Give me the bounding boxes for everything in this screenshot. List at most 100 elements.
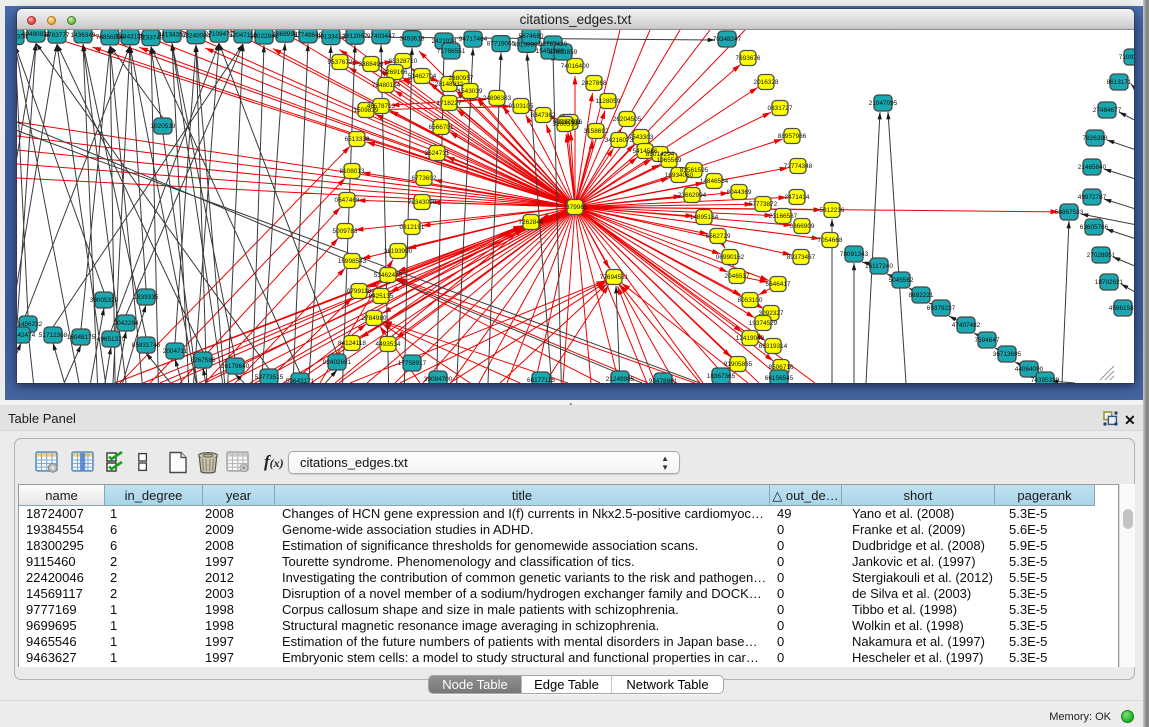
svg-text:6566701: 6566701 <box>429 124 454 131</box>
svg-text:66156545: 66156545 <box>765 375 794 382</box>
svg-text:21047095: 21047095 <box>869 100 898 107</box>
svg-text:63605766: 63605766 <box>1080 224 1109 231</box>
svg-text:23166587: 23166587 <box>769 213 798 220</box>
svg-text:8044369: 8044369 <box>727 189 752 196</box>
svg-text:45961586: 45961586 <box>1109 305 1134 312</box>
svg-text:2004711: 2004711 <box>163 348 188 355</box>
svg-text:0831727: 0831727 <box>768 105 793 112</box>
svg-text:0366909: 0366909 <box>790 223 815 230</box>
svg-text:02402681: 02402681 <box>323 359 352 366</box>
svg-text:72343098: 72343098 <box>408 199 437 206</box>
svg-text:71093248: 71093248 <box>1119 54 1134 61</box>
svg-text:8506716: 8506716 <box>769 364 794 371</box>
svg-text:5045562: 5045562 <box>889 277 914 284</box>
svg-text:39084700: 39084700 <box>424 376 453 383</box>
svg-text:85931746: 85931746 <box>132 342 161 349</box>
svg-text:5674680: 5674680 <box>519 33 544 40</box>
svg-text:94717464: 94717464 <box>459 36 488 43</box>
svg-text:97403447: 97403447 <box>367 33 396 40</box>
svg-text:5646417: 5646417 <box>766 281 791 288</box>
svg-text:19374529: 19374529 <box>749 320 778 327</box>
svg-text:1718227: 1718227 <box>437 100 462 107</box>
svg-text:14895134: 14895134 <box>690 214 719 221</box>
svg-text:36713695: 36713695 <box>993 351 1022 358</box>
svg-text:7693676: 7693676 <box>736 55 761 62</box>
svg-text:69379237: 69379237 <box>927 305 956 312</box>
svg-text:8053100: 8053100 <box>738 297 763 304</box>
svg-text:23662994: 23662994 <box>678 192 707 199</box>
svg-text:2880957: 2880957 <box>449 75 474 82</box>
svg-text:16998543: 16998543 <box>338 258 367 265</box>
svg-text:12419049: 12419049 <box>736 335 765 342</box>
svg-text:49972787: 49972787 <box>1078 194 1107 201</box>
svg-text:8425135: 8425135 <box>369 293 394 300</box>
svg-text:6773602: 6773602 <box>412 175 437 182</box>
svg-text:74395339: 74395339 <box>1031 377 1060 383</box>
svg-text:2624731: 2624731 <box>425 150 450 157</box>
svg-text:2421024: 2421024 <box>432 38 457 45</box>
svg-text:3493618: 3493618 <box>400 36 425 43</box>
svg-text:9537672: 9537672 <box>328 59 353 66</box>
svg-text:8347382: 8347382 <box>531 112 556 119</box>
svg-text:7379965: 7379965 <box>563 204 588 211</box>
svg-text:84124118: 84124118 <box>338 340 366 347</box>
svg-text:21456232: 21456232 <box>17 321 43 328</box>
svg-text:2016328: 2016328 <box>754 79 779 86</box>
svg-text:98478961: 98478961 <box>649 378 678 383</box>
svg-text:8267586: 8267586 <box>191 357 216 364</box>
svg-text:2046537: 2046537 <box>725 273 750 280</box>
svg-text:18367365: 18367365 <box>707 373 736 380</box>
svg-text:0647468: 0647468 <box>335 197 360 204</box>
svg-text:78480184: 78480184 <box>372 82 401 89</box>
svg-text:02787429: 02787429 <box>539 41 568 48</box>
svg-text:58867533: 58867533 <box>1055 209 1084 216</box>
svg-text:3092327: 3092327 <box>759 310 784 317</box>
svg-text:06990162: 06990162 <box>716 254 745 261</box>
svg-text:66319314: 66319314 <box>759 343 788 350</box>
svg-text:0103105: 0103105 <box>509 103 534 110</box>
svg-text:44064090: 44064090 <box>1015 366 1044 373</box>
svg-text:65328710: 65328710 <box>389 58 418 65</box>
svg-text:57773872: 57773872 <box>749 201 778 208</box>
svg-text:1509839: 1509839 <box>354 107 379 114</box>
svg-text:24896383: 24896383 <box>483 95 512 102</box>
svg-text:3200379: 3200379 <box>553 121 578 128</box>
svg-text:2269166: 2269166 <box>383 69 408 76</box>
svg-text:1965569: 1965569 <box>657 157 682 164</box>
svg-text:3471434: 3471434 <box>785 194 810 201</box>
svg-text:87603859: 87603859 <box>549 49 578 56</box>
svg-text:1436349: 1436349 <box>71 32 96 39</box>
svg-text:1128059: 1128059 <box>596 98 621 105</box>
svg-text:09133412: 09133412 <box>317 34 346 41</box>
svg-text:51462704: 51462704 <box>408 73 437 80</box>
svg-text:83561595: 83561595 <box>680 167 709 174</box>
svg-text:49651370: 49651370 <box>97 336 126 343</box>
svg-text:50643171: 50643171 <box>286 378 315 383</box>
svg-text:8692221: 8692221 <box>909 292 934 299</box>
svg-text:18702621: 18702621 <box>1095 279 1124 286</box>
svg-text:9042284: 9042284 <box>114 320 139 327</box>
svg-text:6783777: 6783777 <box>45 32 70 39</box>
svg-text:26204505: 26204505 <box>613 116 642 123</box>
svg-text:91905865: 91905865 <box>724 361 753 368</box>
svg-text:2784980: 2784980 <box>362 315 387 322</box>
svg-text:1839335: 1839335 <box>134 294 159 301</box>
svg-text:16117240: 16117240 <box>865 263 893 270</box>
svg-text:36193990: 36193990 <box>384 248 413 255</box>
svg-text:27484677: 27484677 <box>1093 107 1122 114</box>
svg-text:6513338: 6513338 <box>345 136 370 143</box>
svg-text:8108013: 8108013 <box>340 168 365 175</box>
svg-text:7826398: 7826398 <box>1083 135 1108 142</box>
svg-text:7054668: 7054668 <box>818 237 843 244</box>
svg-text:1543039: 1543039 <box>458 88 483 95</box>
svg-text:53462475: 53462475 <box>374 272 403 279</box>
svg-text:87719065: 87719065 <box>487 41 516 48</box>
svg-text:7543303: 7543303 <box>629 134 654 141</box>
svg-text:5009788: 5009788 <box>333 228 358 235</box>
svg-text:39005329: 39005329 <box>90 297 119 304</box>
svg-text:66177115: 66177115 <box>527 377 555 383</box>
svg-text:1020539: 1020539 <box>151 123 176 130</box>
svg-text:6562729: 6562729 <box>706 233 731 240</box>
svg-text:58842474: 58842474 <box>17 332 36 339</box>
svg-text:71756551: 71756551 <box>437 48 466 55</box>
